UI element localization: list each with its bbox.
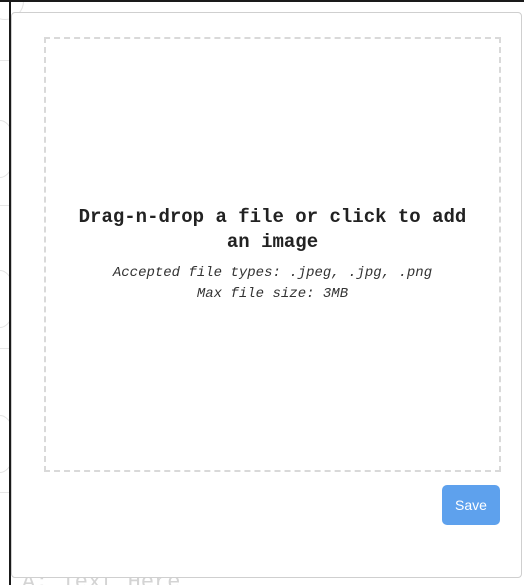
- dropzone-title: Drag-n-drop a file or click to add an im…: [78, 205, 467, 253]
- accepted-file-types: Accepted file types: .jpeg, .jpg, .png: [112, 264, 433, 281]
- window-top-border: [0, 0, 524, 2]
- image-dropzone[interactable]: Drag-n-drop a file or click to add an im…: [44, 37, 501, 472]
- max-file-size: Max file size: 3MB: [196, 285, 349, 302]
- window-left-border: [0, 0, 11, 585]
- save-button[interactable]: Save: [442, 485, 500, 525]
- page: A: Text Here Drag-n-drop a file or click…: [0, 0, 524, 585]
- image-upload-modal: Drag-n-drop a file or click to add an im…: [11, 12, 522, 578]
